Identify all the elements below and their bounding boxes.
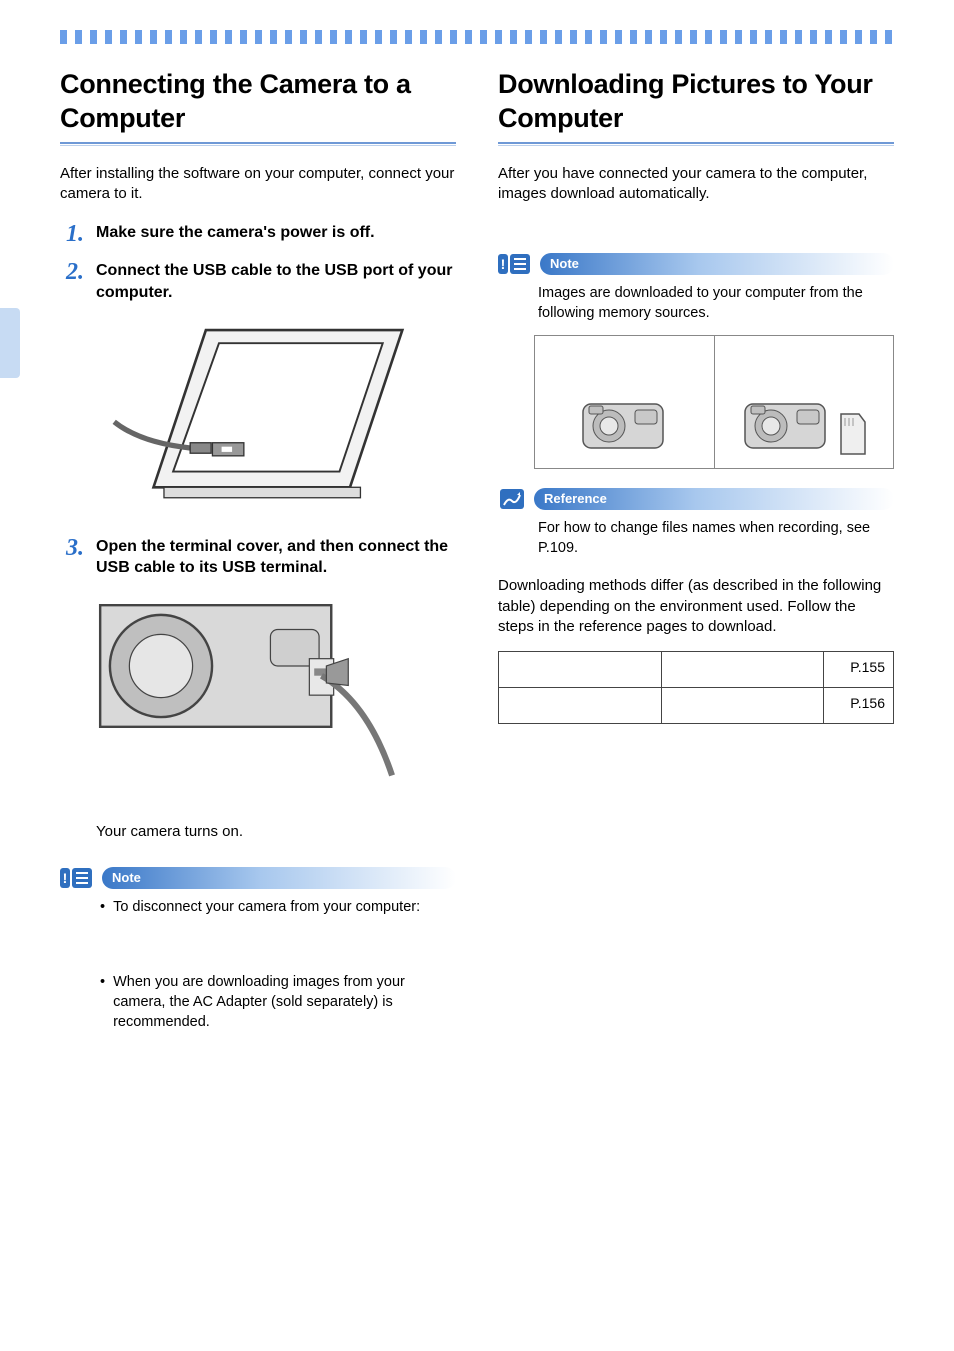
section-title-right: Downloading Pictures to Your Computer — [498, 68, 894, 136]
decorative-top-border — [60, 30, 894, 44]
reference-text: For how to change files names when recor… — [538, 519, 888, 558]
reference-body: For how to change files names when recor… — [498, 519, 894, 558]
table-row: P.155 — [499, 652, 894, 688]
step-text: Connect the USB cable to the USB port of… — [96, 260, 456, 303]
right-column: Downloading Pictures to Your Computer Af… — [498, 68, 894, 1046]
svg-text:!: ! — [501, 256, 506, 272]
table-row: P.156 — [499, 688, 894, 724]
intro-right: After you have connected your camera to … — [498, 164, 894, 205]
step-1: 1. Make sure the camera's power is off. — [60, 222, 456, 246]
reference-header: Reference — [498, 487, 894, 511]
table-cell-page: P.155 — [824, 652, 894, 688]
table-cell — [661, 652, 824, 688]
note-icon: ! — [498, 252, 532, 276]
illustration-usb-to-camera — [88, 593, 429, 800]
download-methods-para: Downloading methods differ (as described… — [498, 576, 894, 637]
memory-sources-box — [534, 335, 894, 469]
step-number: 3. — [60, 536, 84, 579]
table-cell — [499, 652, 662, 688]
note-label: Note — [540, 253, 894, 275]
step-number: 2. — [60, 260, 84, 303]
table-cell — [499, 688, 662, 724]
table-cell — [661, 688, 824, 724]
note-label: Note — [102, 867, 456, 889]
reference-table: P.155 P.156 — [498, 651, 894, 724]
reference-label: Reference — [534, 488, 894, 510]
step-2: 2. Connect the USB cable to the USB port… — [60, 260, 456, 303]
note-body-left: • To disconnect your camera from your co… — [60, 898, 456, 1032]
note-header-left: ! Note — [60, 866, 456, 890]
step-text: Make sure the camera's power is off. — [96, 222, 456, 246]
note-bullet-text: To disconnect your camera from your comp… — [113, 898, 420, 918]
reference-icon — [498, 487, 526, 511]
note-text: Images are downloaded to your computer f… — [538, 284, 888, 323]
section-title-left: Connecting the Camera to a Computer — [60, 68, 456, 136]
note-body-right: Images are downloaded to your computer f… — [498, 284, 894, 323]
intro-left: After installing the software on your co… — [60, 164, 456, 205]
step-text: Open the terminal cover, and then connec… — [96, 536, 456, 579]
step-number: 1. — [60, 222, 84, 246]
memory-source-card — [714, 336, 894, 468]
left-column: Connecting the Camera to a Computer Afte… — [60, 68, 456, 1046]
table-cell-page: P.156 — [824, 688, 894, 724]
step3-result: Your camera turns on. — [96, 822, 456, 842]
note-header-right: ! Note — [498, 252, 894, 276]
title-rule — [498, 142, 894, 146]
note-bullet-text: When you are downloading images from you… — [113, 973, 450, 1032]
title-rule — [60, 142, 456, 146]
side-tab — [0, 308, 20, 378]
note-icon: ! — [60, 866, 94, 890]
bullet-dot: • — [100, 973, 105, 1032]
illustration-usb-to-computer — [88, 317, 429, 513]
svg-text:!: ! — [63, 870, 68, 886]
bullet-dot: • — [100, 898, 105, 918]
step-3: 3. Open the terminal cover, and then con… — [60, 536, 456, 579]
memory-source-internal — [535, 336, 714, 468]
